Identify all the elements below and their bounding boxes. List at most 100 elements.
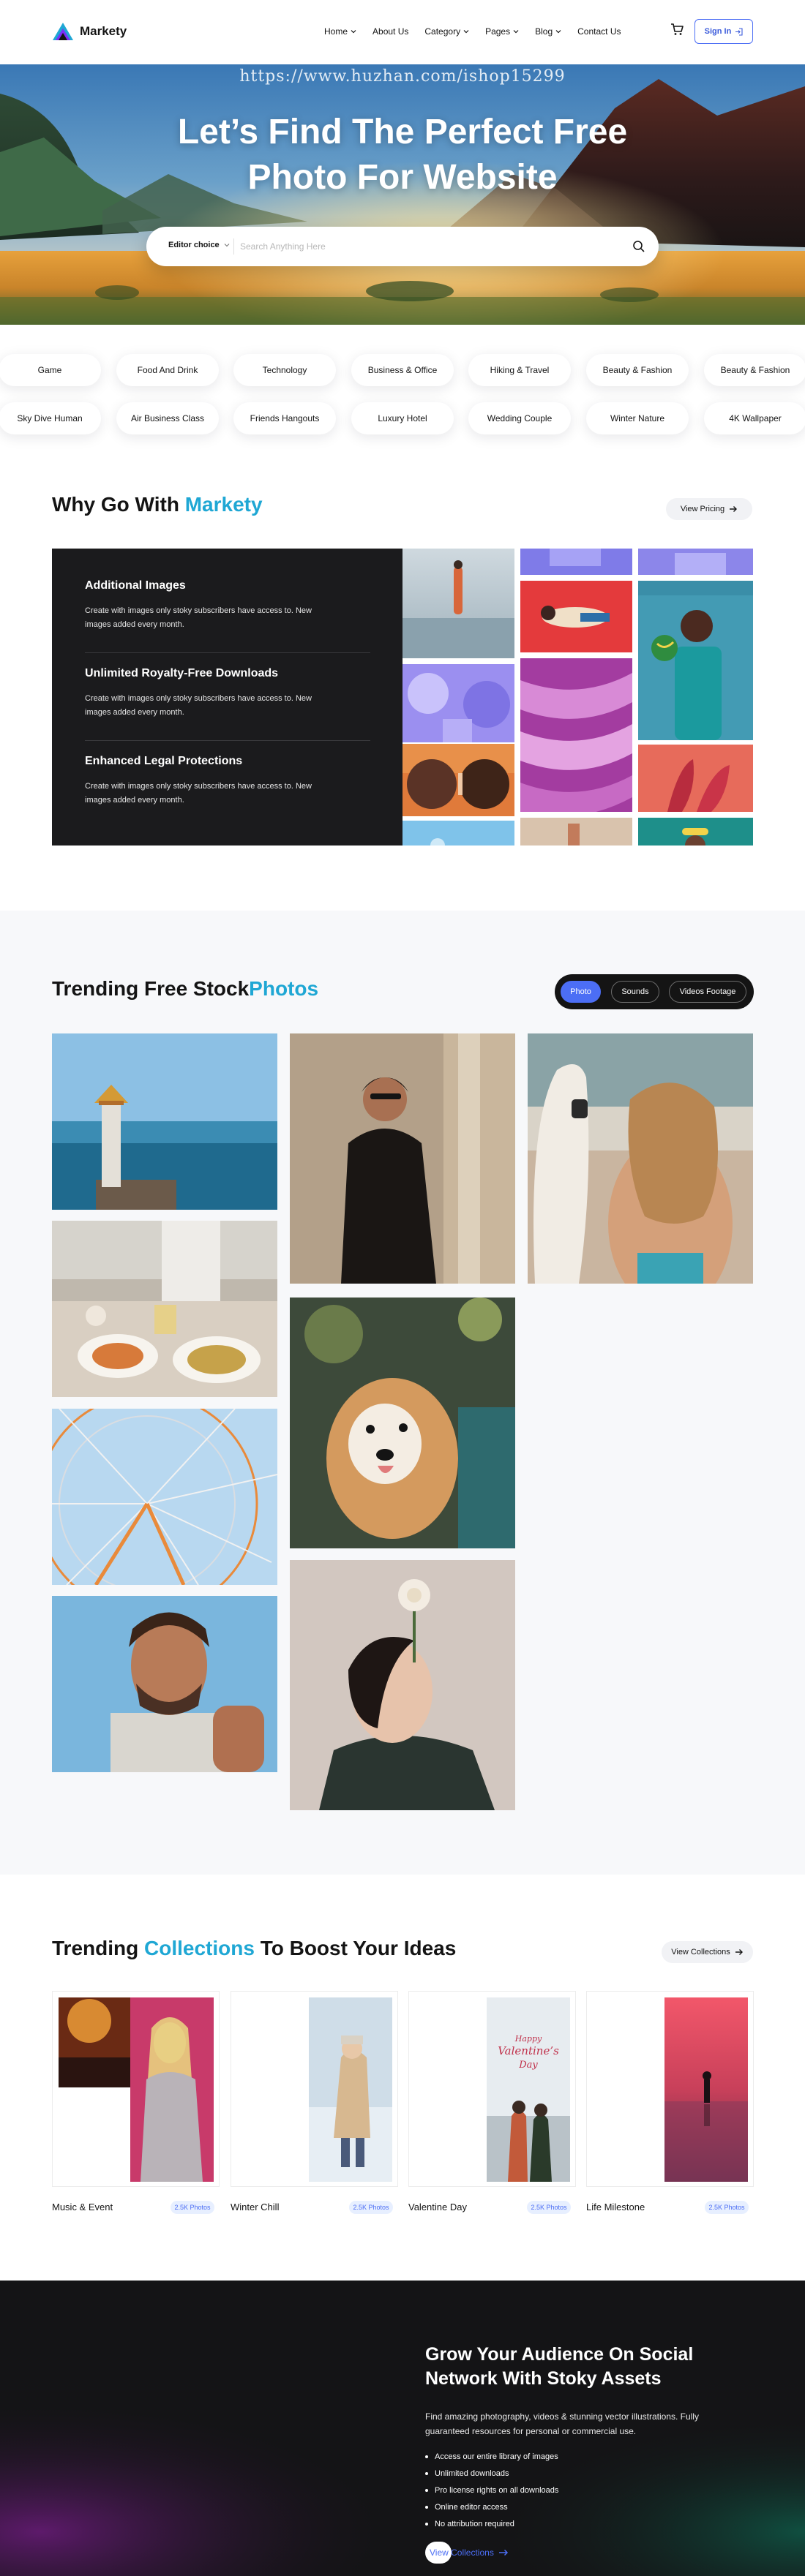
tag-label: Beauty & Fashion: [602, 365, 673, 375]
cta-list-item: No attribution required: [425, 2515, 558, 2532]
cta-desc-line-2: guaranteed resources for personal or com…: [425, 2426, 637, 2436]
tag-chip[interactable]: Winter Nature: [586, 402, 689, 434]
collection-card-life-milestone[interactable]: [586, 1991, 754, 2187]
logo[interactable]: Markety: [52, 22, 127, 41]
nav-about-label: About Us: [372, 26, 409, 37]
nav-contact-us[interactable]: Contact Us: [577, 26, 621, 37]
tag-label: Winter Nature: [610, 413, 665, 423]
trending-title-accent: Photos: [249, 977, 319, 1000]
view-pricing-button[interactable]: View Pricing: [666, 498, 752, 520]
nav-home[interactable]: Home: [324, 26, 356, 37]
trending-title-prefix: Trending Free Stock: [52, 977, 250, 1000]
tag-chip[interactable]: Friends Hangouts: [233, 402, 336, 434]
collection-card-winter-chill[interactable]: [231, 1991, 398, 2187]
tab-photo[interactable]: Photo: [561, 981, 601, 1003]
purple-tile-image: [520, 549, 632, 575]
tag-chip[interactable]: Hiking & Travel: [468, 354, 571, 386]
tag-chip[interactable]: Technology: [233, 354, 336, 386]
collection-name[interactable]: Valentine Day: [408, 2202, 467, 2212]
arrow-right-icon: [735, 1949, 743, 1955]
nav-category[interactable]: Category: [424, 26, 469, 37]
photo-lighthouse[interactable]: [52, 1033, 277, 1210]
photo-dog[interactable]: [290, 1298, 515, 1548]
search-input[interactable]: [240, 237, 606, 256]
cta-section: Grow Your Audience On Social Network Wit…: [0, 2281, 805, 2576]
view-collections-button[interactable]: View Collections: [662, 1941, 753, 1963]
tag-chip[interactable]: Business & Office: [351, 354, 454, 386]
sign-in-button[interactable]: Sign In: [694, 19, 753, 44]
cta-list-item: Access our entire library of images: [425, 2448, 558, 2465]
sign-in-icon: [735, 27, 743, 36]
man-with-ball-image: [638, 581, 753, 740]
tag-chip[interactable]: Luxury Hotel: [351, 402, 454, 434]
tag-label: Game: [37, 365, 62, 375]
photo-ferris-wheel[interactable]: [52, 1409, 277, 1585]
search-category-select[interactable]: Editor choice: [168, 241, 230, 249]
tab-videos-footage[interactable]: Videos Footage: [669, 981, 746, 1003]
collection-name[interactable]: Winter Chill: [231, 2202, 279, 2212]
collection-card-valentine-day[interactable]: Happy Valentine’s Day: [408, 1991, 576, 2187]
cta-list-item: Pro license rights on all downloads: [425, 2482, 558, 2498]
nav-about-us[interactable]: About Us: [372, 26, 408, 37]
photo-surfer-woman[interactable]: [528, 1033, 753, 1284]
photo-woman-with-flower[interactable]: [290, 1560, 515, 1810]
chevron-down-icon: [513, 30, 519, 34]
collection-name[interactable]: Life Milestone: [586, 2202, 645, 2212]
nav-blog[interactable]: Blog: [535, 26, 561, 37]
chevron-down-icon: [555, 30, 561, 34]
photo-man-in-coat[interactable]: [290, 1033, 515, 1284]
logo-mark-icon: [53, 23, 73, 40]
collection-count-badge: 2.5K Photos: [349, 2201, 393, 2214]
tag-chip[interactable]: Food And Drink: [116, 354, 219, 386]
brand-name: Markety: [80, 24, 127, 38]
feature-title: Enhanced Legal Protections: [85, 755, 243, 767]
teal-tile-image: [638, 818, 753, 846]
chevron-down-icon: [463, 30, 469, 34]
tag-label: Technology: [262, 365, 307, 375]
nav-pages[interactable]: Pages: [485, 26, 519, 37]
cta-button-label: View Collections: [430, 2547, 494, 2558]
tab-photo-label: Photo: [570, 987, 591, 996]
photo-man-portrait[interactable]: [52, 1596, 277, 1772]
tag-label: Luxury Hotel: [378, 413, 427, 423]
tag-chip[interactable]: Beauty & Fashion: [704, 354, 805, 386]
tag-chip[interactable]: Air Business Class: [116, 402, 219, 434]
woman-on-water-image: [402, 549, 514, 658]
tag-label: Hiking & Travel: [490, 365, 550, 375]
features-panel: Additional Images Create with images onl…: [52, 549, 402, 846]
site-header: Markety Home About Us Category Pages Blo…: [0, 0, 805, 64]
valentine-card-text: Happy: [514, 2034, 542, 2044]
collections-title-suffix: To Boost Your Ideas: [254, 1937, 457, 1959]
nav-category-label: Category: [424, 26, 461, 37]
why-title-prefix: Why Go With: [52, 493, 185, 516]
tag-chip[interactable]: Beauty & Fashion: [586, 354, 689, 386]
feature-title: Additional Images: [85, 579, 186, 592]
why-title-accent: Markety: [184, 493, 263, 516]
arrow-right-icon: [730, 506, 738, 512]
tag-chip[interactable]: Game: [0, 354, 101, 386]
collection-name[interactable]: Music & Event: [52, 2202, 113, 2212]
search-icon[interactable]: [632, 240, 645, 253]
couple-image: [402, 744, 514, 816]
feature-text: Create with images only stoky subscriber…: [85, 694, 312, 703]
tab-sounds[interactable]: Sounds: [611, 981, 659, 1003]
tag-chip[interactable]: Sky Dive Human: [0, 402, 101, 434]
cta-description: Find amazing photography, videos & stunn…: [425, 2409, 733, 2438]
collection-card-music-event[interactable]: [52, 1991, 220, 2187]
collection-cover-music-event: [53, 1992, 219, 2186]
main-nav: Home About Us Category Pages Blog Contac…: [324, 26, 621, 37]
cta-view-collections-button[interactable]: View Collections: [425, 2542, 509, 2564]
cta-title-line-2: Network With Stoky Assets: [425, 2368, 662, 2389]
sign-in-label: Sign In: [704, 27, 732, 36]
hero-title-line-1: Let’s Find The Perfect Free: [177, 113, 628, 151]
tag-chip[interactable]: 4K Wallpaper: [704, 402, 805, 434]
nav-blog-label: Blog: [535, 26, 553, 37]
collections-title: Trending Collections To Boost Your Ideas: [52, 1937, 456, 1960]
tag-chip[interactable]: Wedding Couple: [468, 402, 571, 434]
search-bar: Editor choice: [146, 227, 659, 266]
collection-cover-winter-chill: [231, 1992, 397, 2186]
cta-list-item: Unlimited downloads: [425, 2465, 558, 2482]
tag-label: Food And Drink: [137, 365, 198, 375]
cart-icon[interactable]: [670, 22, 684, 37]
photo-breakfast-table[interactable]: [52, 1221, 277, 1397]
